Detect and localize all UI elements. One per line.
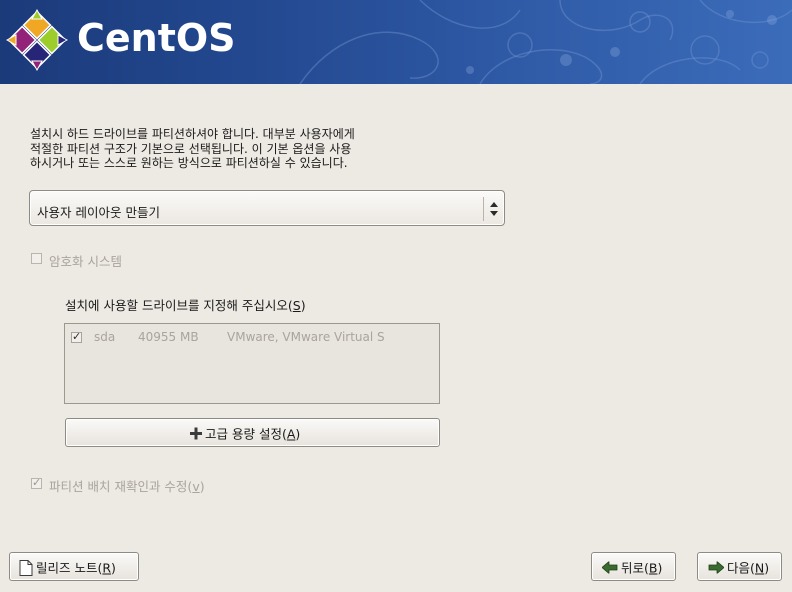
intro-text: 설치시 하드 드라이브를 파티션하셔야 합니다. 대부분 사용자에게 적절한 파… — [30, 127, 450, 171]
back-content: 뒤로(B) — [601, 557, 663, 576]
arrow-left-icon — [601, 560, 618, 574]
encrypt-label: 암호화 시스템 — [49, 254, 122, 269]
intro-line-3: 하시거나 또는 스스로 원하는 방식으로 파티션하실 수 있습니다. — [30, 156, 348, 170]
release-notes-end: ) — [111, 560, 116, 575]
next-content: 다음(N) — [708, 557, 769, 576]
next-label: 다음( — [727, 560, 755, 575]
advanced-storage-label: 고급 용량 설정( — [205, 426, 287, 441]
updown-arrows-icon — [490, 202, 498, 216]
drive-checkbox[interactable]: ✓ — [71, 330, 82, 343]
drives-heading-end: ) — [300, 298, 306, 313]
drives-heading-mnemonic: S — [292, 298, 301, 313]
drive-size: 40955 MB — [138, 330, 199, 344]
check-icon: ✓ — [32, 476, 42, 489]
check-icon: ✓ — [72, 330, 82, 343]
next-end: ) — [764, 560, 770, 575]
release-notes-mnemonic: R — [102, 560, 112, 575]
drive-name: sda — [94, 330, 116, 344]
centos-logo-icon — [6, 9, 68, 71]
drives-heading: 설치에 사용할 드라이브를 지정해 주십시오(S) — [65, 295, 306, 314]
intro-line-1: 설치시 하드 드라이브를 파티션하셔야 합니다. 대부분 사용자에게 — [30, 127, 355, 141]
next-mnemonic: N — [754, 560, 765, 575]
drive-list[interactable]: ✓ sda 40955 MB VMware, VMware Virtual S — [64, 323, 440, 404]
next-button[interactable]: 다음(N) — [697, 552, 782, 581]
release-notes-content: 릴리즈 노트(R) — [19, 557, 116, 576]
document-icon — [19, 559, 33, 576]
review-label: 파티션 배치 재확인과 수정(v) — [49, 476, 205, 495]
plus-icon — [190, 427, 202, 439]
drive-model: VMware, VMware Virtual S — [227, 330, 385, 344]
encrypt-checkbox[interactable] — [31, 253, 42, 264]
advanced-storage-button[interactable]: 고급 용량 설정(A) — [65, 418, 440, 447]
release-notes-button[interactable]: 릴리즈 노트(R) — [9, 552, 139, 581]
review-label-text: 파티션 배치 재확인과 수정( — [49, 479, 193, 494]
drives-heading-text: 설치에 사용할 드라이브를 지정해 주십시오( — [65, 298, 293, 313]
brand-name: CentOS — [77, 16, 236, 60]
review-label-end: ) — [199, 479, 205, 494]
back-label: 뒤로( — [621, 560, 649, 575]
arrow-right-icon — [708, 560, 725, 574]
header-banner: CentOS — [0, 0, 792, 84]
release-notes-label: 릴리즈 노트( — [36, 560, 103, 575]
combo-separator — [483, 197, 484, 221]
advanced-storage-end: ) — [295, 426, 301, 441]
review-checkbox[interactable]: ✓ — [31, 476, 42, 489]
advanced-storage-content: 고급 용량 설정(A) — [190, 423, 300, 442]
partition-layout-value: 사용자 레이아웃 만들기 — [37, 205, 160, 220]
back-button[interactable]: 뒤로(B) — [591, 552, 676, 581]
back-end: ) — [657, 560, 663, 575]
intro-line-2: 적절한 파티션 구조가 기본으로 선택됩니다. 이 기본 옵션을 사용 — [30, 141, 352, 156]
drive-row[interactable]: ✓ sda 40955 MB VMware, VMware Virtual S — [65, 327, 439, 347]
review-mnemonic: v — [192, 479, 200, 494]
partition-layout-select[interactable]: 사용자 레이아웃 만들기 — [29, 190, 505, 226]
